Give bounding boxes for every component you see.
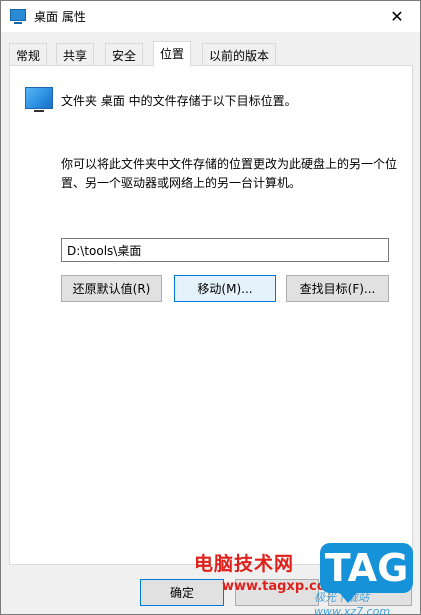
desktop-folder-icon (25, 87, 53, 112)
find-target-button[interactable]: 查找目标(F)... (286, 275, 389, 302)
close-button[interactable]: ✕ (374, 1, 420, 32)
move-button[interactable]: 移动(M)... (174, 275, 276, 302)
window-title: 桌面 属性 (34, 10, 86, 24)
tab-general[interactable]: 常规 (9, 43, 48, 65)
tab-strip: 常规 共享 安全 位置 以前的版本 (9, 41, 413, 66)
tab-previous-versions[interactable]: 以前的版本 (202, 43, 277, 65)
tab-location[interactable]: 位置 (153, 41, 192, 66)
desktop-folder-icon (10, 9, 26, 24)
properties-window: 桌面 属性 ✕ 常规 共享 安全 位置 以前的版本 文件夹 桌面 中的文件存储于… (0, 0, 421, 615)
location-panel: 文件夹 桌面 中的文件存储于以下目标位置。 你可以将此文件夹中文件存储的位置更改… (9, 65, 413, 565)
cancel-button[interactable] (235, 579, 319, 606)
location-info-text: 文件夹 桌面 中的文件存储于以下目标位置。 (61, 94, 297, 108)
tab-security[interactable]: 安全 (105, 43, 144, 65)
location-description: 你可以将此文件夹中文件存储的位置更改为此硬盘上的另一个位置、另一个驱动器或网络上… (61, 157, 398, 190)
ok-button[interactable]: 确定 (140, 579, 224, 606)
restore-default-button[interactable]: 还原默认值(R) (61, 275, 162, 302)
title-bar[interactable]: 桌面 属性 ✕ (1, 1, 420, 32)
tab-sharing[interactable]: 共享 (56, 43, 95, 65)
apply-button[interactable] (328, 579, 412, 606)
path-input[interactable] (61, 238, 389, 262)
